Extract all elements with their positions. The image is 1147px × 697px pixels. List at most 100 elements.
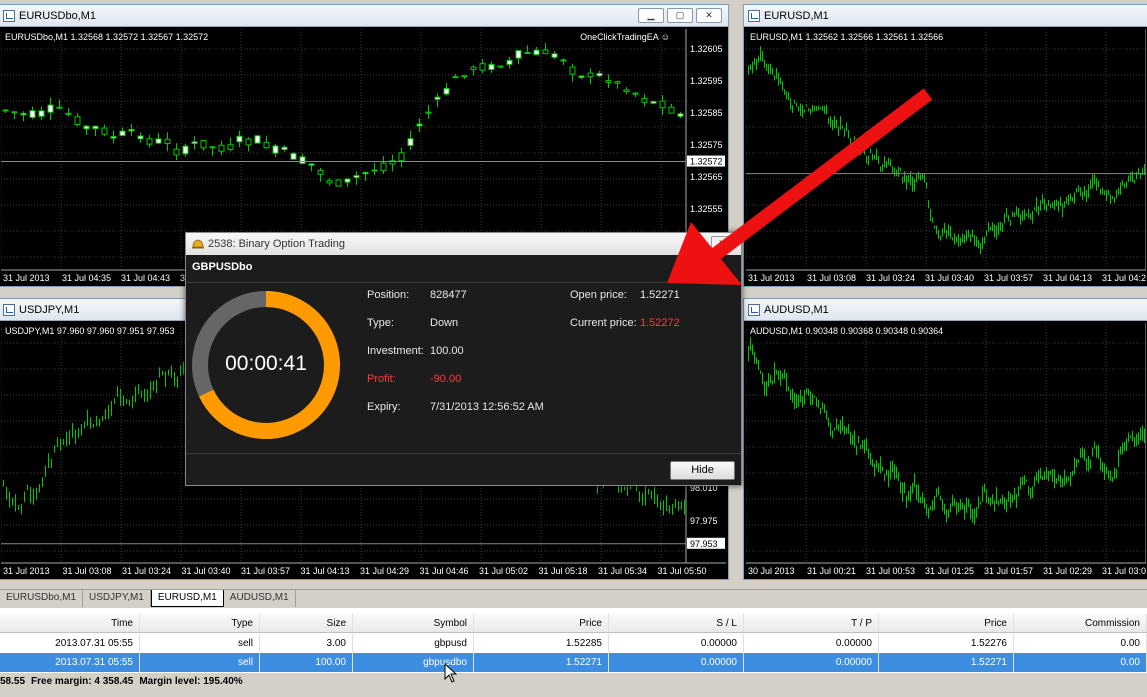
time-tick-label: 31 Jul 02:29 — [1043, 566, 1092, 576]
table-row[interactable]: 2013.07.31 05:55 sell 3.00 gbpusd 1.5228… — [0, 634, 1147, 653]
candle-body — [677, 113, 684, 117]
cell-tp: 0.00000 — [744, 653, 879, 672]
candle-body — [110, 136, 117, 139]
candle-body — [605, 80, 612, 83]
current-price-label: 97.953 — [690, 539, 718, 549]
open-price-label: Open price: — [570, 289, 627, 301]
price-chart[interactable]: 30 Jul 2013 31 Jul 00:21 31 Jul 00:53 31 Ju… — [746, 323, 1146, 577]
candle-body — [101, 127, 108, 135]
tab-eurusd[interactable]: EURUSD,M1 — [150, 590, 224, 607]
binary-option-dialog: 2538: Binary Option Trading ✕ GBPUSDbo 0… — [185, 232, 742, 486]
chart-tabs: EURUSDbo,M1 USDJPY,M1 EURUSD,M1 AUDUSD,M… — [0, 589, 1147, 607]
column-header-sl[interactable]: S / L — [609, 614, 744, 632]
price-tick-label: 1.32595 — [690, 76, 723, 86]
price-tick-label: 1.32605 — [690, 44, 723, 54]
candle-body — [272, 145, 279, 154]
candle-body — [353, 175, 360, 179]
maximize-button[interactable]: ▢ — [667, 8, 693, 23]
candle-body — [542, 49, 549, 55]
candle-body — [560, 59, 567, 62]
time-tick-label: 31 Jul 04:2 — [1102, 273, 1146, 283]
candle-body — [470, 66, 477, 71]
candle-body — [182, 145, 189, 155]
column-header-price[interactable]: Price — [474, 614, 609, 632]
cell-price: 1.52271 — [474, 653, 609, 672]
cell-type: sell — [140, 634, 260, 653]
table-row-selected[interactable]: 2013.07.31 05:55 sell 100.00 gbpusdbo 1.… — [0, 653, 1147, 672]
close-button[interactable]: ✕ — [696, 8, 722, 23]
candle-body — [137, 135, 144, 140]
candle-body — [515, 50, 522, 59]
column-header-current-price[interactable]: Price — [879, 614, 1014, 632]
cell-time: 2013.07.31 05:55 — [0, 653, 140, 672]
candle-body — [587, 72, 594, 78]
chart-window-eurusd[interactable]: EURUSD,M1 31 Jul 2013 31 Jul 03:08 31 Jul … — [743, 4, 1147, 287]
time-tick-label: 31 Jul 03:57 — [984, 273, 1033, 283]
time-tick-label: 31 Jul 04:35 — [62, 273, 111, 283]
candle-body — [425, 111, 432, 114]
column-header-tp[interactable]: T / P — [744, 614, 879, 632]
column-header-commission[interactable]: Commission — [1014, 614, 1147, 632]
time-tick-label: 31 Jul 05:18 — [539, 566, 588, 576]
time-tick-label: 31 Jul 04:13 — [301, 566, 350, 576]
candle-body — [227, 144, 234, 150]
time-tick-label: 31 Jul 05:02 — [479, 566, 528, 576]
time-tick-label: 31 Jul 03:24 — [122, 566, 171, 576]
price-tick-label: 1.32585 — [690, 108, 723, 118]
candle-body — [488, 63, 495, 71]
candle-body — [11, 111, 18, 114]
column-header-time[interactable]: Time — [0, 614, 140, 632]
time-tick-label: 31 Jul 03:08 — [807, 273, 856, 283]
chart-window-icon — [748, 9, 760, 22]
candle-body — [362, 171, 369, 175]
tab-usdjpy[interactable]: USDJPY,M1 — [83, 590, 151, 607]
candle-body — [659, 100, 666, 109]
type-label: Type: — [367, 317, 394, 329]
chart-info: EURUSDbo,M1 1.32568 1.32572 1.32567 1.32… — [5, 32, 209, 42]
cell-time: 2013.07.31 05:55 — [0, 634, 140, 653]
window-titlebar[interactable]: AUDUSD,M1 — [744, 299, 1147, 321]
time-tick-label: 30 Jul 2013 — [748, 566, 795, 576]
candle-body — [20, 112, 27, 116]
window-titlebar[interactable]: EURUSD,M1 — [744, 5, 1147, 27]
position-value: 828477 — [430, 289, 467, 301]
candle-body — [299, 156, 306, 164]
candle-body — [497, 65, 504, 68]
candle-body — [245, 138, 252, 146]
candle-body — [2, 109, 9, 112]
candle-body — [380, 162, 387, 172]
free-margin: Free margin: 4 358.45 — [31, 676, 134, 687]
dialog-close-button[interactable]: ✕ — [711, 236, 733, 251]
minimize-button[interactable]: ▁ — [638, 8, 664, 23]
candle-body — [119, 130, 126, 137]
column-header-symbol[interactable]: Symbol — [353, 614, 474, 632]
chart-info: AUDUSD,M1 0.90348 0.90368 0.90348 0.9036… — [750, 326, 944, 336]
countdown-timer: 00:00:41 — [225, 352, 307, 375]
candle-body — [506, 59, 513, 65]
candle-body — [263, 141, 270, 149]
current-price-label: Current price: — [570, 317, 637, 329]
candle-body — [623, 89, 630, 93]
dialog-titlebar[interactable]: 2538: Binary Option Trading — [186, 233, 741, 255]
column-header-size[interactable]: Size — [260, 614, 353, 632]
status-fragment: 58.55 — [0, 676, 26, 687]
chart-info: USDJPY,M1 97.960 97.960 97.951 97.953 — [5, 326, 175, 336]
price-chart[interactable]: 31 Jul 2013 31 Jul 03:08 31 Jul 03:24 31 Ju… — [746, 29, 1146, 284]
cell-size: 100.00 — [260, 653, 353, 672]
tab-eurusdbo[interactable]: EURUSDbo,M1 — [0, 590, 84, 607]
cell-current-price: 1.52276 — [879, 634, 1014, 653]
column-header-type[interactable]: Type — [140, 614, 260, 632]
time-tick-label: 31 Jul 03:0 — [1102, 566, 1146, 576]
chart-window-icon — [3, 303, 15, 316]
hide-button[interactable]: Hide — [670, 461, 735, 480]
candle-body — [164, 138, 171, 145]
time-tick-label: 31 Jul 00:21 — [807, 566, 856, 576]
candle-body — [344, 178, 351, 183]
window-titlebar[interactable]: EURUSDbo,M1 — [0, 5, 728, 27]
time-tick-label: 31 Jul 05:50 — [658, 566, 707, 576]
chart-window-audusd[interactable]: AUDUSD,M1 30 Jul 2013 31 Jul 00:21 31 Jul … — [743, 298, 1147, 580]
candle-body — [317, 169, 324, 175]
tab-audusd[interactable]: AUDUSD,M1 — [223, 590, 296, 607]
open-price-value: 1.52271 — [640, 289, 680, 301]
time-tick-label: 31 Jul 03:24 — [866, 273, 915, 283]
